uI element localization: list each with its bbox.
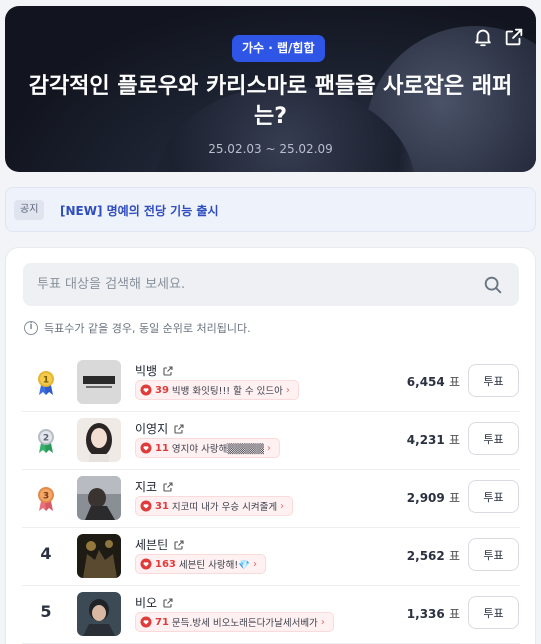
chevron-right-icon: › <box>285 384 290 396</box>
notice-tag: 공지 <box>14 200 45 220</box>
comment-text: 빅뱅 화잇팅!!! 할 수 있드아 <box>171 386 283 397</box>
heart-icon <box>140 442 152 454</box>
info-text: 득표수가 같을 경우, 동일 순위로 처리됩니다. <box>44 322 251 335</box>
comment-preview[interactable]: 71 문득.방세 비오노래든다가날세서베가 › <box>135 612 334 632</box>
vote-button[interactable]: 투표 <box>468 364 519 397</box>
vote-count: 2,562 표 <box>406 549 460 563</box>
candidate-name-link[interactable]: 지코 <box>135 478 174 495</box>
candidate-thumbnail[interactable] <box>77 418 121 462</box>
vote-count: 4,231 표 <box>406 433 460 447</box>
hero-banner: 가수 · 랩/힙합 감각적인 플로우와 카리스마로 팬들을 사로잡은 래퍼는? … <box>5 6 536 172</box>
candidate-name-link[interactable]: 이영지 <box>135 420 185 437</box>
notice-text[interactable]: [NEW] 명예의 전당 기능 출시 <box>60 202 219 219</box>
external-link-icon <box>174 423 184 434</box>
comment-count: 31 <box>155 500 169 512</box>
comment-text: 문득.방세 비오노래든다가날세서베가 <box>171 618 318 629</box>
tie-rule-info: i 득표수가 같을 경우, 동일 순위로 처리됩니다. <box>24 320 251 336</box>
external-link-icon <box>163 481 173 492</box>
search-bar <box>23 263 519 306</box>
bronze-medal-icon: 3 <box>38 487 54 511</box>
vote-button[interactable]: 투표 <box>468 480 519 513</box>
external-link-icon <box>163 597 173 608</box>
candidate-row: 4 세븐틴 163 세븐틴 사랑해!💎 › 2,562 표 투표 <box>22 528 520 586</box>
chevron-right-icon: › <box>320 616 325 628</box>
vote-period: 25.02.03 ~ 25.02.09 <box>208 142 333 156</box>
candidate-name-link[interactable]: 세븐틴 <box>135 536 185 553</box>
vote-button[interactable]: 투표 <box>468 538 519 571</box>
chevron-right-icon: › <box>266 442 271 454</box>
candidate-name: 빅뱅 <box>135 364 158 378</box>
vote-count: 1,336 표 <box>406 607 460 621</box>
heart-icon <box>140 384 152 396</box>
search-input[interactable] <box>37 263 477 306</box>
vote-count: 2,909 표 <box>406 491 460 505</box>
gold-medal-icon: 1 <box>38 371 54 395</box>
candidate-thumbnail[interactable] <box>77 360 121 404</box>
share-icon[interactable] <box>503 26 525 48</box>
heart-icon <box>140 616 152 628</box>
candidate-row: 5 비오 71 문득.방세 비오노래든다가날세서베가 › 1,336 표 투표 <box>22 586 520 644</box>
svg-text:2: 2 <box>43 434 49 444</box>
rank-number: 4 <box>40 544 52 563</box>
vote-list-card: i 득표수가 같을 경우, 동일 순위로 처리됩니다. 1 빅뱅 39 빅뱅 화… <box>5 247 536 644</box>
candidate-name-link[interactable]: 비오 <box>135 594 174 611</box>
heart-icon <box>140 558 152 570</box>
svg-text:1: 1 <box>43 376 49 386</box>
candidate-thumbnail[interactable] <box>77 592 121 636</box>
candidate-name: 이영지 <box>135 422 169 436</box>
candidate-row: 2 이영지 11 영지야 사랑해▒▒▒▒▒ › 4,231 표 투표 <box>22 412 520 470</box>
search-icon[interactable] <box>482 274 504 296</box>
candidate-name: 비오 <box>135 596 158 610</box>
chevron-right-icon: › <box>280 500 285 512</box>
comment-count: 71 <box>155 616 169 628</box>
svg-text:3: 3 <box>43 492 49 502</box>
notice-banner[interactable]: 공지 [NEW] 명예의 전당 기능 출시 <box>5 187 536 232</box>
comment-count: 11 <box>155 442 169 454</box>
comment-text: 영지야 사랑해▒▒▒▒▒ <box>171 444 264 455</box>
candidate-row: 1 빅뱅 39 빅뱅 화잇팅!!! 할 수 있드아 › 6,454 표 투표 <box>22 354 520 412</box>
bell-icon[interactable] <box>472 26 494 48</box>
external-link-icon <box>163 365 173 376</box>
comment-count: 39 <box>155 384 169 396</box>
comment-preview[interactable]: 39 빅뱅 화잇팅!!! 할 수 있드아 › <box>135 380 299 400</box>
vote-button[interactable]: 투표 <box>468 422 519 455</box>
chevron-right-icon: › <box>252 558 257 570</box>
info-icon: i <box>24 321 38 335</box>
comment-text: 지코띠 내가 우승 시켜줄게 <box>171 502 278 513</box>
candidate-name: 세븐틴 <box>135 538 169 552</box>
candidate-thumbnail[interactable] <box>77 476 121 520</box>
page-title: 감각적인 플로우와 카리스마로 팬들을 사로잡은 래퍼는? <box>28 74 513 129</box>
comment-text: 세븐틴 사랑해!💎 <box>178 560 250 571</box>
heart-icon <box>140 500 152 512</box>
category-badge: 가수 · 랩/힙합 <box>232 35 325 62</box>
comment-preview[interactable]: 11 영지야 사랑해▒▒▒▒▒ › <box>135 438 280 458</box>
candidate-row: 3 지코 31 지코띠 내가 우승 시켜줄게 › 2,909 표 투표 <box>22 470 520 528</box>
silver-medal-icon: 2 <box>38 429 54 453</box>
external-link-icon <box>174 539 184 550</box>
vote-button[interactable]: 투표 <box>468 596 519 629</box>
candidate-name: 지코 <box>135 480 158 494</box>
comment-preview[interactable]: 163 세븐틴 사랑해!💎 › <box>135 554 266 574</box>
vote-count: 6,454 표 <box>406 375 460 389</box>
candidate-name-link[interactable]: 빅뱅 <box>135 362 174 379</box>
comment-preview[interactable]: 31 지코띠 내가 우승 시켜줄게 › <box>135 496 294 516</box>
candidate-thumbnail[interactable] <box>77 534 121 578</box>
rank-number: 5 <box>40 602 52 621</box>
comment-count: 163 <box>155 558 176 570</box>
